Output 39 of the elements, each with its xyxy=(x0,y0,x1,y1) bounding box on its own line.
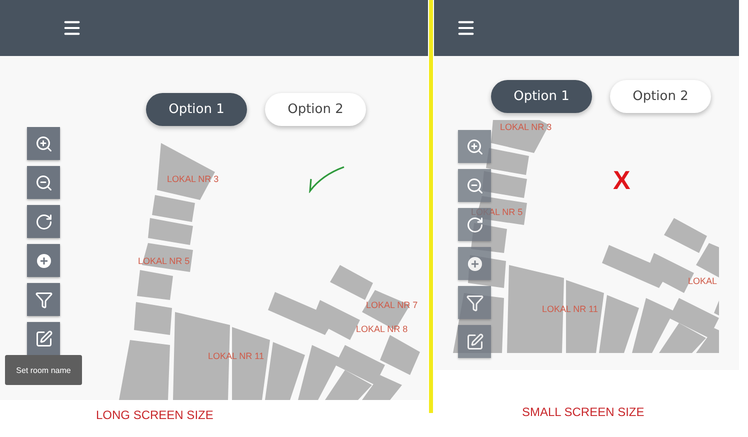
zoom-out-icon xyxy=(466,176,484,194)
zoom-in-icon xyxy=(466,138,484,156)
rotate-icon xyxy=(466,216,484,234)
edit-icon xyxy=(466,332,484,350)
filter-icon xyxy=(34,290,52,308)
option-button[interactable]: Option 2 xyxy=(265,93,366,126)
caption: LONG SCREEN SIZE xyxy=(96,408,214,422)
map-tool-button[interactable] xyxy=(27,166,60,199)
map-tool-button[interactable] xyxy=(27,283,60,316)
plus-icon xyxy=(36,254,50,268)
menu-button[interactable] xyxy=(456,18,476,38)
filter-icon xyxy=(466,294,484,312)
plus-icon xyxy=(468,256,482,270)
room-label: LOKAL NR 3 xyxy=(167,174,219,184)
option-button[interactable]: Option 1 xyxy=(491,80,592,113)
map-tool-button[interactable] xyxy=(458,247,491,280)
map-tool-button[interactable] xyxy=(27,127,60,160)
map-tool-button[interactable] xyxy=(27,322,60,355)
rotate-icon xyxy=(34,212,52,230)
edit-icon xyxy=(34,330,52,348)
menu-button[interactable] xyxy=(62,18,82,38)
room-label: LOKAL xyxy=(688,276,718,286)
option-button[interactable]: Option 2 xyxy=(610,80,711,113)
cross-mark: X xyxy=(613,165,630,196)
zoom-out-icon xyxy=(34,174,52,192)
zoom-in-icon xyxy=(34,134,52,152)
map-tool-button[interactable] xyxy=(458,325,491,358)
map-tool-button[interactable] xyxy=(27,244,60,277)
room-label: LOKAL NR 7 xyxy=(366,300,418,310)
room-label: LOKAL NR 8 xyxy=(356,324,408,334)
map-tool-button[interactable] xyxy=(458,130,491,163)
room-label: LOKAL NR 3 xyxy=(500,122,552,132)
map-tool-button[interactable] xyxy=(27,205,60,238)
caption: SMALL SCREEN SIZE xyxy=(522,405,644,419)
tooltip: Set room name xyxy=(5,355,82,385)
map-tool-button[interactable] xyxy=(458,169,491,202)
check-icon xyxy=(308,165,346,193)
option-button[interactable]: Option 1 xyxy=(146,93,247,126)
map-tool-button[interactable] xyxy=(458,286,491,319)
